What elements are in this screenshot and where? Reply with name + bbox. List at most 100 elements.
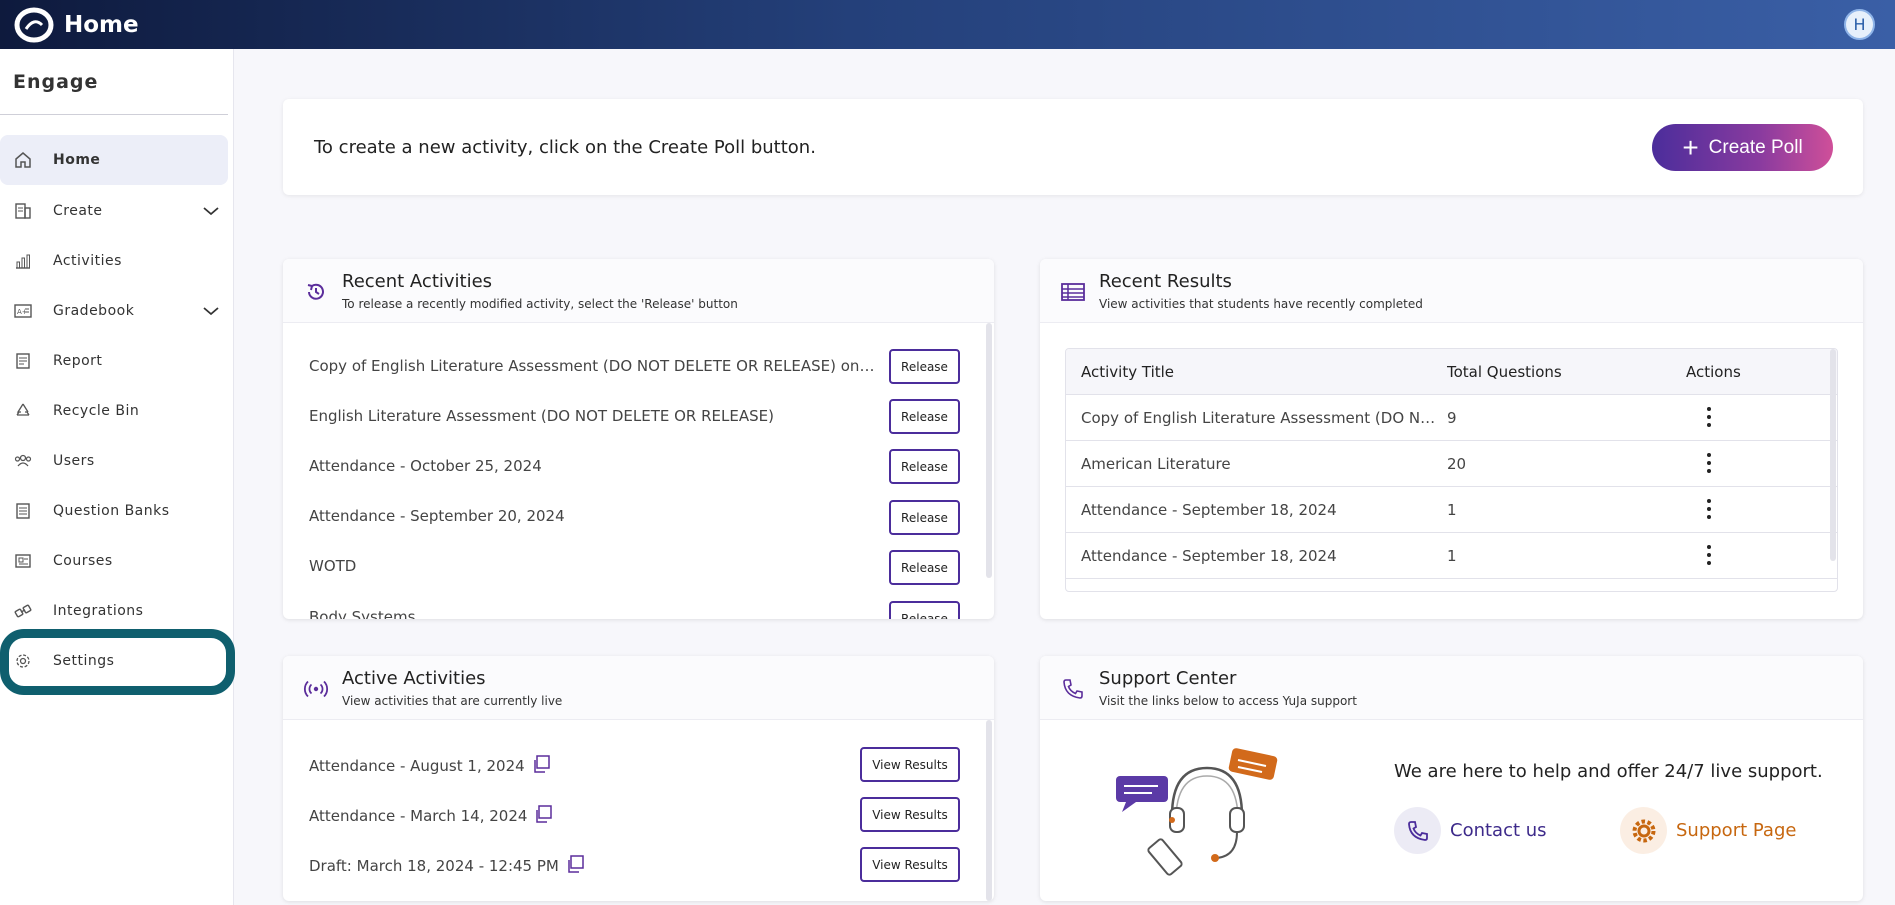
phone-icon [1394,807,1441,854]
table-row[interactable]: American Literature 20 [1066,441,1837,487]
create-poll-label: Create Poll [1708,136,1803,158]
more-actions-icon[interactable] [1702,497,1716,521]
column-header: Actions [1686,363,1741,381]
release-button[interactable]: Release [889,399,960,434]
sidebar: Engage Home Create Activities A+ Gradebo… [0,49,234,905]
more-actions-icon[interactable] [1702,451,1716,475]
sidebar-item-label: Report [53,353,103,369]
release-button[interactable]: Release [889,500,960,535]
sidebar-item-integrations[interactable]: Integrations [0,586,228,636]
list-item[interactable]: WOTD [309,557,879,575]
gradebook-icon: A+ [12,300,34,322]
support-page-link[interactable]: Support Page [1620,807,1796,854]
broadcast-icon [303,676,329,702]
banner-text: To create a new activity, click on the C… [314,137,816,158]
scrollbar[interactable] [1830,349,1836,561]
sidebar-item-question-banks[interactable]: Question Banks [0,486,228,536]
list-item[interactable]: Attendance - October 25, 2024 [309,457,879,475]
more-actions-icon[interactable] [1702,405,1716,429]
list-item[interactable]: Attendance - September 20, 2024 [309,507,879,525]
card-title: Recent Results [1099,271,1232,292]
sidebar-item-gradebook[interactable]: A+ Gradebook [0,286,228,336]
page-title: Home [64,11,139,38]
bar-chart-icon [12,250,34,272]
chevron-down-icon[interactable] [200,300,222,322]
activity-name: Copy of English Literature Assessment (D… [309,357,879,375]
column-header: Total Questions [1447,363,1562,381]
copy-link-icon[interactable] [565,854,585,878]
list-item[interactable]: English Literature Assessment (DO NOT DE… [309,407,879,425]
release-button[interactable]: Release [889,449,960,484]
list-item[interactable]: Body Systems [309,608,879,619]
activity-title-cell: Attendance - September 18, 2024 [1081,547,1337,565]
scrollbar[interactable] [986,323,992,578]
view-results-button[interactable]: View Results [860,797,960,832]
sidebar-item-label: Home [53,152,101,168]
create-poll-button[interactable]: + Create Poll [1652,124,1833,171]
sidebar-item-label: Recycle Bin [53,403,140,419]
contact-us-link[interactable]: Contact us [1394,807,1547,854]
release-button[interactable]: Release [889,349,960,384]
activity-name: Body Systems [309,608,416,619]
create-icon [12,200,34,222]
sidebar-item-settings[interactable]: Settings [0,636,228,686]
activity-title-cell: American Literature [1081,455,1231,473]
total-questions-cell: 1 [1447,501,1457,519]
create-banner: To create a new activity, click on the C… [283,99,1863,195]
support-message: We are here to help and offer 24/7 live … [1394,761,1823,782]
sidebar-brand: Engage [13,71,99,93]
recent-activities-card: Recent Activities To release a recently … [283,259,994,619]
report-icon [12,350,34,372]
list-item[interactable]: Attendance - March 14, 2024 [309,804,553,828]
sidebar-item-home[interactable]: Home [0,135,228,185]
list-item[interactable]: Attendance - August 1, 2024 [309,754,551,778]
activity-title-cell: Copy of English Literature Assessment (D… [1081,409,1441,427]
scrollbar[interactable] [986,720,992,901]
sidebar-item-label: Integrations [53,603,144,619]
sidebar-item-recycle-bin[interactable]: Recycle Bin [0,386,228,436]
sidebar-item-label: Settings [53,653,115,669]
sidebar-item-activities[interactable]: Activities [0,236,228,286]
sidebar-item-create[interactable]: Create [0,186,228,236]
view-results-button[interactable]: View Results [860,847,960,882]
sidebar-item-report[interactable]: Report [0,336,228,386]
activity-name: WOTD [309,557,357,575]
total-questions-cell: 9 [1447,409,1457,427]
release-button[interactable]: Release [889,601,960,619]
column-header: Activity Title [1081,363,1175,381]
recent-results-card: Recent Results View activities that stud… [1040,259,1863,619]
list-item[interactable]: Copy of English Literature Assessment (D… [309,357,879,375]
sidebar-item-users[interactable]: Users [0,436,228,486]
total-questions-cell: 20 [1447,455,1467,473]
view-results-button[interactable]: View Results [860,747,960,782]
activity-name: English Literature Assessment (DO NOT DE… [309,407,774,425]
results-table: Activity Title Total Questions Actions C… [1065,348,1838,592]
table-row[interactable]: Attendance - September 18, 2024 1 [1066,487,1837,533]
activity-name: Attendance - October 25, 2024 [309,457,542,475]
chevron-down-icon[interactable] [200,200,222,222]
card-header: Active Activities View activities that a… [283,656,994,720]
table-row[interactable]: Attendance - September 18, 2024 1 [1066,533,1837,579]
table-row[interactable]: Copy of English Literature Assessment (D… [1066,395,1837,441]
user-avatar[interactable]: H [1844,9,1875,40]
history-icon [303,279,329,305]
app-logo-icon[interactable] [12,5,56,45]
card-subtitle: To release a recently modified activity,… [342,297,738,311]
active-activities-card: Active Activities View activities that a… [283,656,994,901]
gear-icon [1620,807,1667,854]
card-subtitle: Visit the links below to access YuJa sup… [1099,694,1357,708]
sidebar-item-courses[interactable]: Courses [0,536,228,586]
activity-name: Attendance - September 20, 2024 [309,507,565,525]
sidebar-item-label: Create [53,203,103,219]
card-header: Recent Activities To release a recently … [283,259,994,323]
sidebar-item-label: Gradebook [53,303,135,319]
more-actions-icon[interactable] [1702,543,1716,567]
card-header: Recent Results View activities that stud… [1040,259,1863,323]
activity-title-cell: Attendance - September 18, 2024 [1081,501,1337,519]
table-icon [1060,279,1086,305]
copy-link-icon[interactable] [533,804,553,828]
list-item[interactable]: Draft: March 18, 2024 - 12:45 PM [309,854,585,878]
release-button[interactable]: Release [889,550,960,585]
support-center-card: Support Center Visit the links below to … [1040,656,1863,901]
copy-link-icon[interactable] [531,754,551,778]
